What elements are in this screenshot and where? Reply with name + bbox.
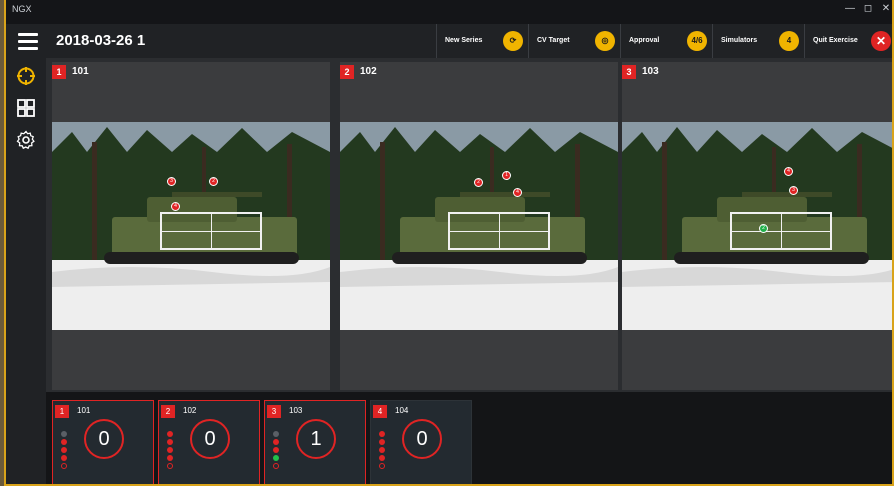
maximize-icon[interactable]: ◻ (858, 3, 878, 19)
score-circle: 0 (84, 419, 124, 459)
card-label: 103 (289, 406, 303, 415)
hit-marker: 4 (513, 188, 522, 197)
quit-exercise-button[interactable]: Quit Exercise ✕ (804, 24, 892, 58)
crosshair-icon[interactable] (16, 66, 36, 86)
card-number-badge: 4 (373, 405, 387, 418)
card-number-badge: 3 (267, 405, 281, 418)
close-icon: ✕ (871, 31, 891, 51)
card-number-badge: 2 (161, 405, 175, 418)
window-close-icon[interactable]: ✕ (876, 3, 892, 19)
hit-marker: 3 (789, 186, 798, 195)
aim-box (730, 212, 832, 250)
hit-marker: 2 (209, 177, 218, 186)
new-series-label: New Series (445, 37, 483, 44)
card-label: 104 (395, 406, 409, 415)
camera-panels: 1 101 3 2 4 2 102 2 1 4 3 103 4 3 2 (52, 62, 892, 390)
simulator-card[interactable]: 3 103 1 (264, 400, 366, 484)
simulators-button[interactable]: Simulators 4 (712, 24, 804, 58)
hamburger-menu-icon[interactable] (18, 33, 38, 50)
status-dots (167, 431, 173, 471)
simulator-card[interactable]: 2 102 0 (158, 400, 260, 484)
session-title: 2018-03-26 1 (56, 32, 146, 49)
target-image[interactable]: 3 2 4 (52, 122, 330, 330)
hit-marker: 3 (167, 177, 176, 186)
approval-badge-icon: 4/6 (687, 31, 707, 51)
panel-label: 102 (360, 66, 377, 77)
camera-panel[interactable]: 2 102 2 1 4 (340, 62, 618, 390)
window-titlebar: NGX — ◻ ✕ (6, 0, 892, 24)
grid-icon[interactable] (16, 98, 36, 118)
hit-marker: 4 (171, 202, 180, 211)
card-label: 102 (183, 406, 197, 415)
aim-box (448, 212, 550, 250)
hit-marker-green: 2 (759, 224, 768, 233)
approval-button[interactable]: Approval 4/6 (620, 24, 712, 58)
target-image[interactable]: 4 3 2 (622, 122, 892, 330)
new-series-button[interactable]: New Series ⟳ (436, 24, 528, 58)
simulators-label: Simulators (721, 37, 758, 44)
approval-label: Approval (629, 37, 660, 44)
target-image[interactable]: 2 1 4 (340, 122, 618, 330)
hit-marker: 4 (784, 167, 793, 176)
sidebar (6, 58, 46, 484)
card-number-badge: 1 (55, 405, 69, 418)
app-window: NGX — ◻ ✕ 2018-03-26 1 New Series ⟳ CV T… (4, 0, 894, 486)
status-dots (61, 431, 67, 471)
panel-label: 101 (72, 66, 89, 77)
top-toolbar: 2018-03-26 1 New Series ⟳ CV Target ◎ Ap… (6, 24, 892, 58)
status-dots (379, 431, 385, 471)
status-dots (273, 431, 279, 471)
card-label: 101 (77, 406, 91, 415)
hit-marker: 2 (474, 178, 483, 187)
panel-number-badge: 3 (622, 65, 636, 79)
gear-icon[interactable] (16, 130, 36, 150)
minimize-icon[interactable]: — (840, 3, 860, 19)
quit-exercise-label: Quit Exercise (813, 37, 858, 44)
panel-number-badge: 2 (340, 65, 354, 79)
camera-panel[interactable]: 3 103 4 3 2 (622, 62, 892, 390)
simulator-cards-bar: 1 101 0 2 102 0 3 103 1 4 104 0 (46, 392, 892, 484)
simulator-card[interactable]: 1 101 0 (52, 400, 154, 484)
target-box-icon: ◎ (595, 31, 615, 51)
panel-label: 103 (642, 66, 659, 77)
window-title: NGX (12, 4, 32, 14)
refresh-icon: ⟳ (503, 31, 523, 51)
camera-panel[interactable]: 1 101 3 2 4 (52, 62, 330, 390)
cv-target-button[interactable]: CV Target ◎ (528, 24, 620, 58)
score-circle: 0 (402, 419, 442, 459)
score-circle: 0 (190, 419, 230, 459)
score-circle: 1 (296, 419, 336, 459)
hit-marker: 1 (502, 171, 511, 180)
panel-number-badge: 1 (52, 65, 66, 79)
simulator-card[interactable]: 4 104 0 (370, 400, 472, 484)
cv-target-label: CV Target (537, 37, 570, 44)
aim-box (160, 212, 262, 250)
simulator-count-icon: 4 (779, 31, 799, 51)
